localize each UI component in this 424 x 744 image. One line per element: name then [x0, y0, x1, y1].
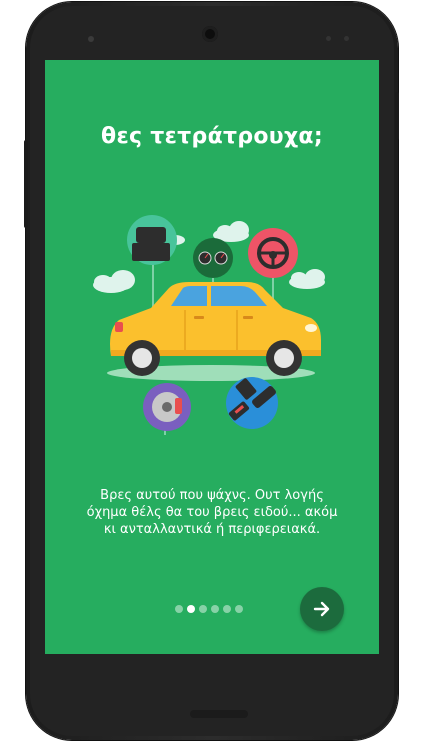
page-dot-2-active[interactable]	[187, 605, 195, 613]
page-title: θες τετράτρουχα;	[101, 124, 323, 149]
sensor-right	[344, 36, 349, 41]
page-dot-1[interactable]	[175, 605, 183, 613]
sensor-left	[326, 36, 331, 41]
brake-disc-icon	[143, 383, 191, 431]
page-dot-5[interactable]	[223, 605, 231, 613]
page-indicator	[175, 605, 243, 613]
seatbelt-icon	[226, 377, 278, 429]
gauges-icon	[193, 238, 233, 278]
power-button	[395, 92, 399, 140]
car-illustration	[93, 215, 325, 435]
description-text: Βρες αυτού που ψάχνς. Ουτ λογής όχημα θέ…	[86, 488, 338, 537]
earpiece-speaker	[202, 26, 218, 42]
arrow-right-icon	[313, 601, 330, 617]
car-seat-icon	[127, 215, 177, 265]
page-dot-4[interactable]	[211, 605, 219, 613]
next-button[interactable]	[300, 587, 344, 631]
yellow-car	[110, 282, 321, 376]
volume-button	[24, 140, 28, 228]
front-camera	[88, 36, 94, 42]
page-dot-3[interactable]	[199, 605, 207, 613]
bottom-speaker	[190, 710, 248, 718]
app-screen: θες τετράτρουχα; Βρες αυτού που ψάχνς. Ο…	[45, 60, 379, 654]
steering-wheel-icon	[248, 228, 298, 278]
page-dot-6[interactable]	[235, 605, 243, 613]
